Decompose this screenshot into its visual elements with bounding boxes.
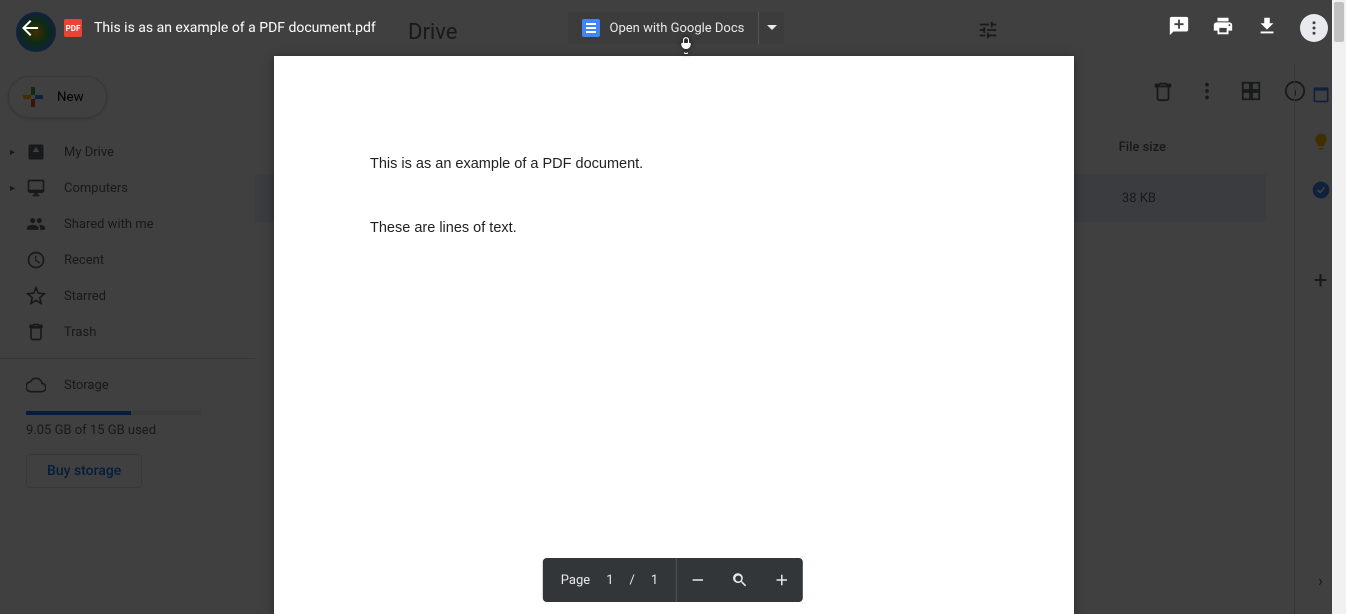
plus-icon	[773, 571, 791, 589]
current-page[interactable]: 1	[606, 573, 613, 588]
magnify-icon	[731, 571, 749, 589]
download-icon[interactable]	[1256, 15, 1278, 41]
add-comment-icon[interactable]	[1168, 15, 1190, 41]
open-with-label: Open with Google Docs	[610, 21, 745, 36]
print-icon[interactable]	[1212, 15, 1234, 41]
page-controls: Page 1 / 1	[543, 558, 803, 602]
total-pages: 1	[651, 573, 658, 588]
more-actions-button[interactable]	[1300, 14, 1328, 42]
viewer-header: PDF This is as an example of a PDF docum…	[0, 0, 1346, 56]
zoom-out-button[interactable]	[677, 571, 719, 589]
open-with-control: Open with Google Docs	[568, 12, 785, 44]
caret-down-icon	[767, 23, 777, 33]
page-label: Page	[561, 573, 590, 588]
page-separator: /	[630, 573, 635, 588]
zoom-in-button[interactable]	[761, 571, 803, 589]
minus-icon	[689, 571, 707, 589]
pdf-file-icon: PDF	[64, 19, 82, 37]
open-with-dropdown[interactable]	[758, 12, 784, 44]
scrollbar[interactable]	[1332, 0, 1346, 614]
open-with-button[interactable]: Open with Google Docs	[568, 12, 759, 44]
document-line: These are lines of text.	[370, 218, 978, 240]
pdf-viewer: PDF This is as an example of a PDF docum…	[0, 0, 1346, 614]
more-vert-icon	[1305, 19, 1323, 37]
file-title: This is as an example of a PDF document.…	[94, 20, 376, 36]
back-arrow-icon[interactable]	[18, 16, 42, 40]
viewer-actions	[1168, 14, 1328, 42]
document-line: This is as an example of a PDF document.	[370, 154, 978, 176]
fit-page-button[interactable]	[719, 571, 761, 589]
pdf-page: This is as an example of a PDF document.…	[274, 56, 1074, 614]
google-docs-icon	[582, 19, 600, 37]
scrollbar-thumb[interactable]	[1334, 2, 1344, 42]
